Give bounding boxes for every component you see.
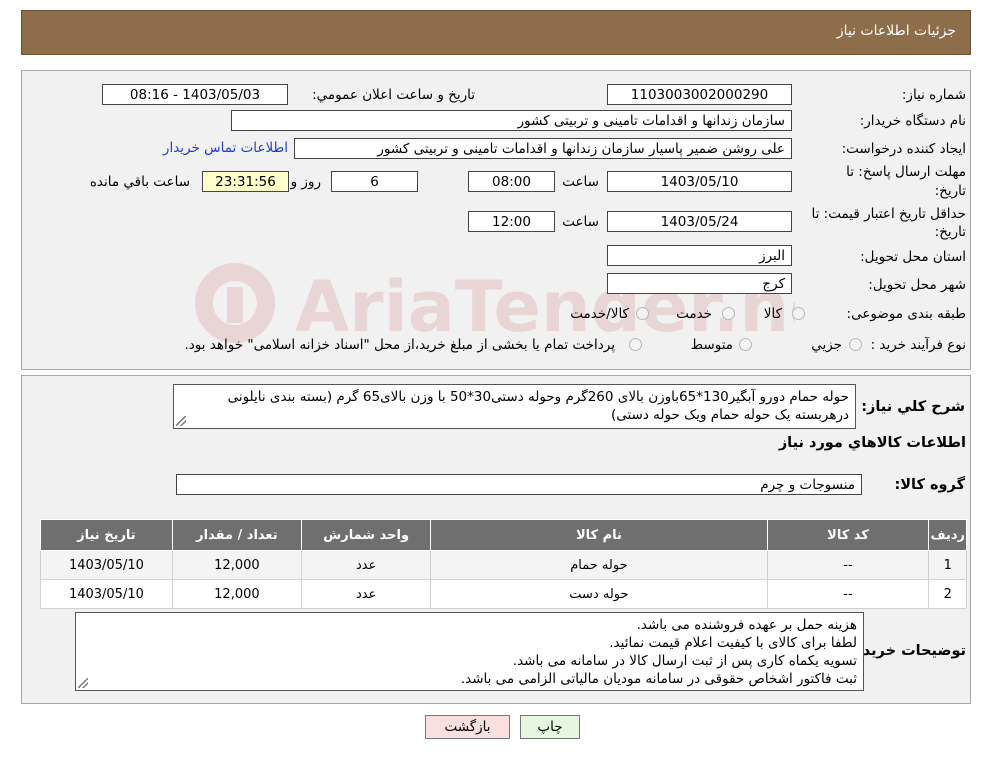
announce-datetime-field: 1403/05/03 - 08:16 [102, 84, 288, 105]
category-radio-goods-service[interactable] [636, 307, 649, 320]
buyer-org-field: سازمان زندانها و اقدامات تامینی و تربیتی… [231, 110, 792, 131]
col-header-row-number: رديف [928, 519, 967, 551]
category-radio-goods[interactable] [792, 307, 805, 320]
cell-need-date: 1403/05/10 [40, 550, 173, 580]
cell-row-number: 1 [928, 550, 967, 580]
deadline-label-line1: مهلت ارسال پاسخ: تا [846, 164, 966, 180]
process-treasury-note: پرداخت تمام یا بخشی از مبلغ خرید،از محل … [184, 337, 615, 353]
buyer-notes-field: هزینه حمل بر عهده فروشنده می باشد. لطفا … [75, 612, 864, 691]
cell-quantity: 12,000 [171, 579, 303, 609]
page-title: جزئیات اطلاعات نیاز [836, 23, 956, 39]
process-radio-partial[interactable] [849, 338, 862, 351]
buyer-contact-link[interactable]: اطلاعات تماس خریدار [163, 140, 288, 156]
goods-group-label: گروه کالا: [894, 477, 965, 493]
buyer-org-label: نام دستگاه خریدار: [859, 113, 966, 129]
city-field: کرج [607, 273, 792, 294]
cell-unit: عدد [300, 579, 432, 609]
deadline-date-field: 1403/05/10 [607, 171, 792, 192]
province-field: البرز [607, 245, 792, 266]
process-type-label: نوع فرآیند خرید : [870, 337, 966, 353]
goods-group-field: منسوجات و چرم [176, 474, 862, 495]
cell-quantity: 12,000 [171, 550, 303, 580]
page-header: جزئیات اطلاعات نیاز [21, 10, 971, 55]
cell-name: حوله حمام [430, 550, 768, 580]
city-label: شهر محل تحویل: [868, 277, 966, 293]
validity-time-label: ساعت [562, 214, 599, 230]
category-label: طبقه بندی موضوعی: [846, 306, 966, 322]
col-header-unit: واحد شمارش [300, 519, 432, 551]
announce-datetime-label: تاریخ و ساعت اعلان عمومي: [312, 87, 475, 103]
remaining-time-field: 23:31:56 [202, 171, 289, 192]
need-number-field: 1103003002000290 [607, 84, 792, 105]
province-label: استان محل تحویل: [860, 249, 966, 265]
cell-unit: عدد [300, 550, 432, 580]
validity-label-line2: تاریخ: [934, 224, 966, 240]
validity-time-field: 12:00 [468, 211, 555, 232]
cell-row-number: 2 [928, 579, 967, 609]
category-radio-service[interactable] [722, 307, 735, 320]
description-label: شرح کلي نياز: [861, 399, 965, 415]
table-row: 1 -- حوله حمام عدد 12,000 1403/05/10 [40, 550, 967, 580]
buyer-note-line: تسویه یکماه کاری پس از ثبت ارسال کالا در… [512, 653, 857, 669]
table-header-row: رديف کد کالا نام کالا واحد شمارش تعداد /… [40, 519, 967, 551]
buyer-note-line: ثبت فاکتور اشخاص حقوقی در سامانه مودیان … [460, 671, 857, 687]
validity-label-line1: حداقل تاریخ اعتبار قیمت: تا [811, 206, 966, 222]
col-header-code: کد کالا [766, 519, 930, 551]
validity-date-field: 1403/05/24 [607, 211, 792, 232]
buyer-note-line: هزینه حمل بر عهده فروشنده می باشد. [636, 617, 857, 633]
need-number-label: شماره نیاز: [901, 87, 966, 103]
days-field: 6 [331, 171, 418, 192]
col-header-name: نام کالا [430, 519, 768, 551]
category-option-goods-service: کالا/خدمت [570, 306, 629, 322]
back-button[interactable]: بازگشت [425, 715, 510, 739]
remaining-label: ساعت باقي مانده [89, 174, 190, 190]
goods-table: رديف کد کالا نام کالا واحد شمارش تعداد /… [40, 519, 967, 609]
days-label: روز و [290, 174, 321, 190]
requester-field: علی روشن ضمیر پاسیار سازمان زندانها و اق… [294, 138, 792, 159]
category-option-service: خدمت [676, 306, 712, 322]
buyer-note-line: لطفا برای کالای با کیفیت اعلام قیمت نمائ… [609, 635, 857, 651]
description-text: حوله حمام دورو آبگیر130*65باوزن بالای 26… [227, 389, 849, 423]
cell-name: حوله دست [430, 579, 768, 609]
cell-code: -- [766, 579, 930, 609]
requester-label: ایجاد کننده درخواست: [841, 141, 966, 157]
cell-code: -- [766, 550, 930, 580]
resize-handle-icon[interactable] [78, 678, 88, 688]
col-header-quantity: تعداد / مقدار [171, 519, 303, 551]
cell-need-date: 1403/05/10 [40, 579, 173, 609]
goods-section-title: اطلاعات کالاهاي مورد نياز [778, 435, 966, 451]
description-field: حوله حمام دورو آبگیر130*65باوزن بالای 26… [173, 384, 856, 429]
print-button[interactable]: چاپ [520, 715, 580, 739]
process-radio-medium[interactable] [739, 338, 752, 351]
category-option-goods: کالا [763, 306, 782, 322]
deadline-time-label: ساعت [562, 174, 599, 190]
process-option-medium: متوسط [690, 337, 733, 353]
process-option-partial: جزيي [811, 337, 842, 353]
table-row: 2 -- حوله دست عدد 12,000 1403/05/10 [40, 579, 967, 609]
deadline-time-field: 08:00 [468, 171, 555, 192]
resize-handle-icon[interactable] [176, 416, 186, 426]
deadline-label-line2: تاریخ: [934, 183, 966, 199]
process-checkbox-treasury[interactable] [629, 338, 642, 351]
col-header-need-date: تاریخ نیاز [40, 519, 173, 551]
